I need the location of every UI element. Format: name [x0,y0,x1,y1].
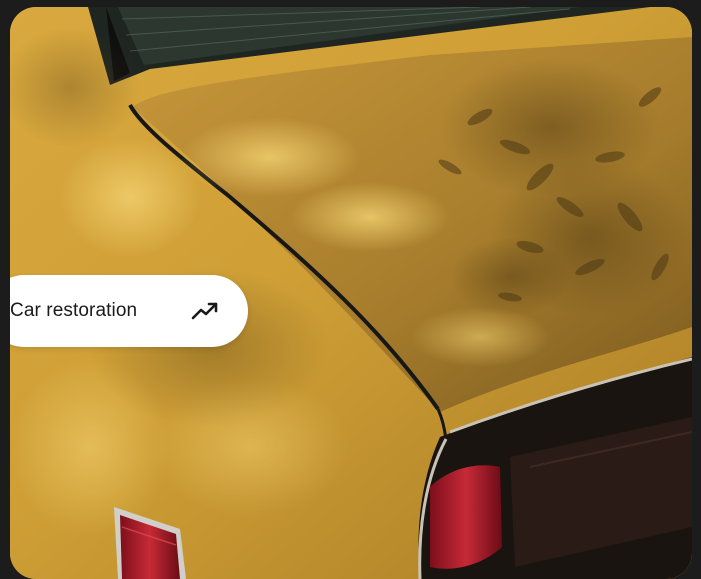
category-tag[interactable]: Car restoration [10,275,248,347]
category-tag-label: Car restoration [10,300,138,321]
trending-up-icon [190,299,220,323]
image-card[interactable]: Car restoration [10,7,692,579]
